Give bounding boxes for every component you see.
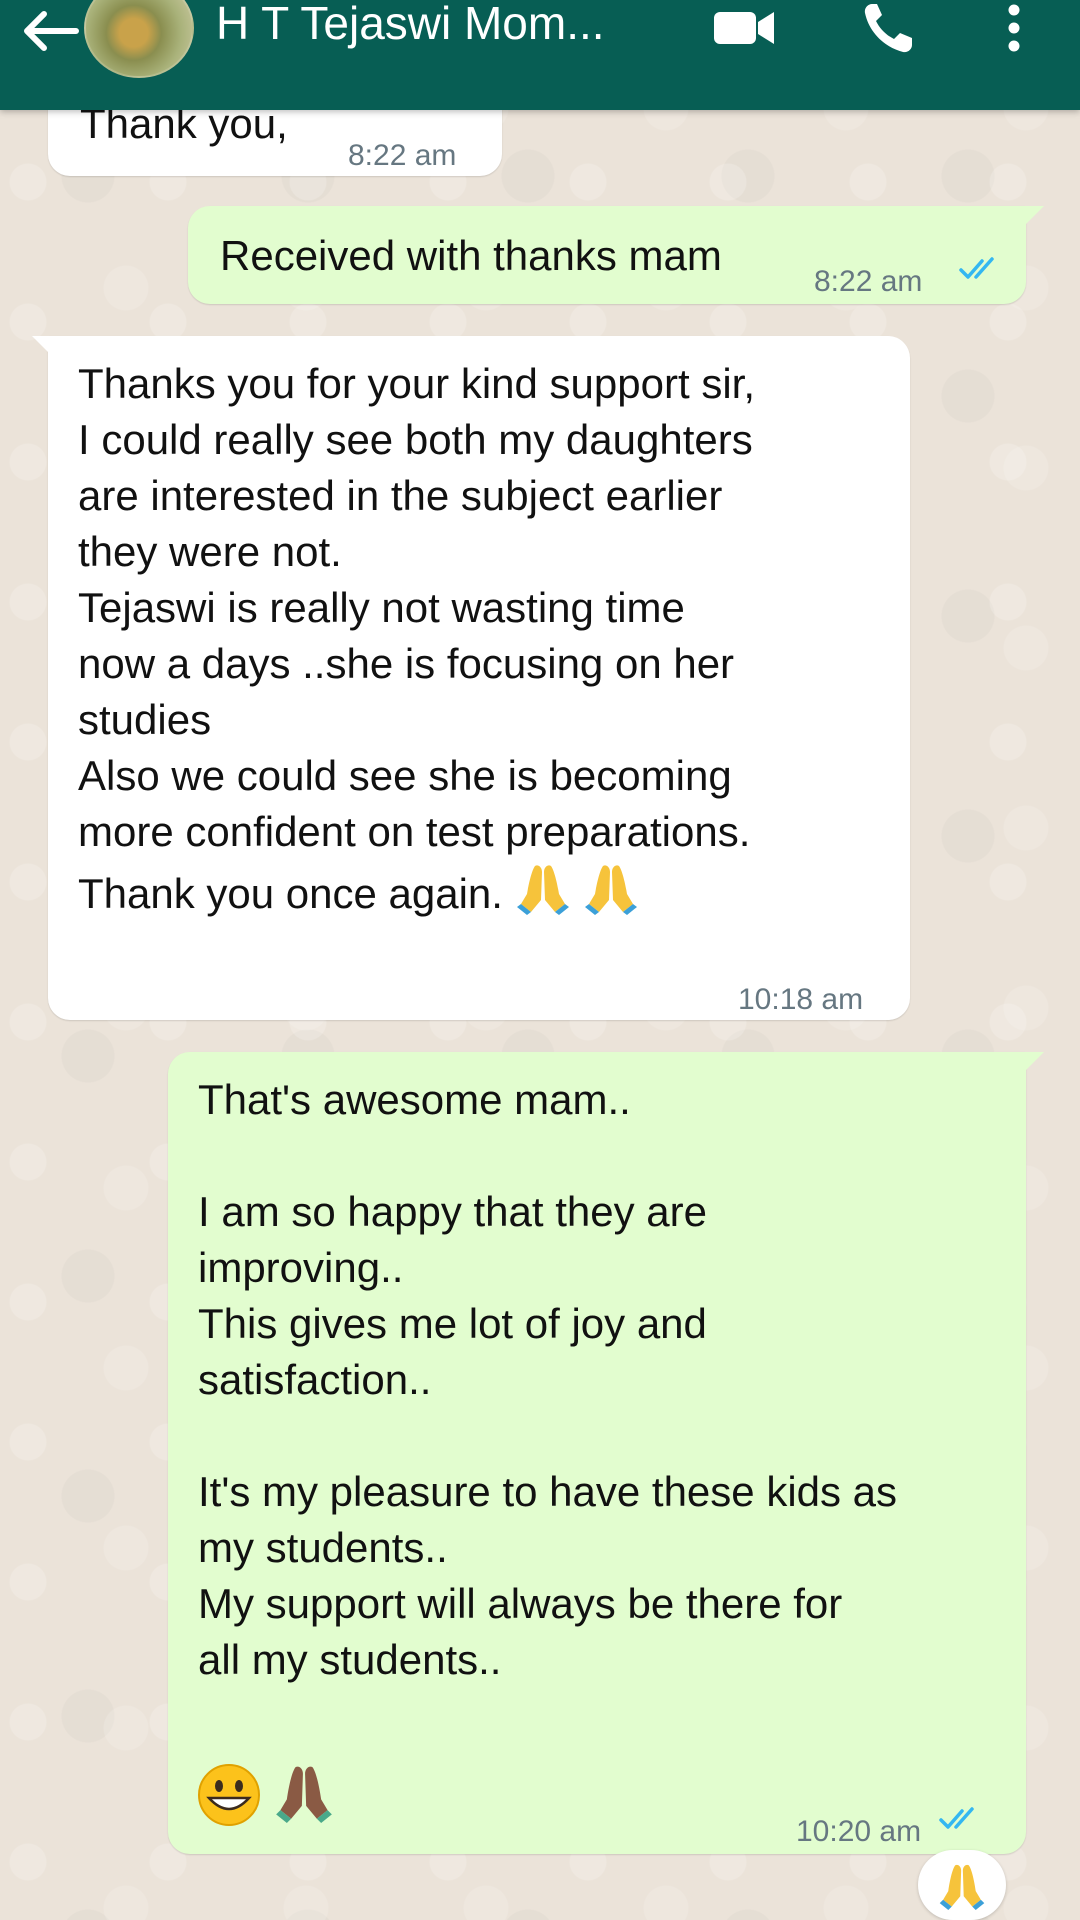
contact-name[interactable]: H T Tejaswi Mom... — [216, 0, 605, 50]
message-time: 10:18 am — [738, 983, 864, 1016]
chat-header: H T Tejaswi Mom... — [0, 0, 1080, 110]
more-options-button[interactable] — [996, 0, 1032, 60]
message-text: That's awesome mam.. I am so happy that … — [198, 1076, 898, 1683]
folded-hands-emoji — [584, 865, 637, 915]
message-outgoing[interactable]: Received with thanks mam 8:22 am — [188, 206, 1044, 304]
folded-hands-emoji — [516, 865, 569, 915]
bubble-tail — [32, 336, 54, 358]
folded-hands-emoji — [939, 1864, 985, 1910]
video-call-button[interactable] — [712, 6, 776, 50]
message-incoming[interactable]: Thanks you for your kind support sir, I … — [32, 336, 910, 1020]
contact-avatar[interactable] — [84, 0, 194, 78]
message-time: 8:22 am — [814, 265, 923, 298]
voice-call-button[interactable] — [858, 0, 922, 58]
back-button[interactable] — [18, 8, 80, 54]
bubble-tail — [1022, 1052, 1044, 1074]
folded-hands-dark-emoji — [276, 1766, 332, 1823]
message-time: 10:20 am — [796, 1815, 922, 1848]
message-text: Received with thanks mam — [220, 232, 722, 279]
double-check-icon — [959, 257, 994, 279]
message-time: 8:22 am — [348, 139, 457, 172]
video-call-icon — [714, 12, 774, 44]
double-check-icon — [939, 1807, 974, 1829]
bubble-tail — [1022, 206, 1044, 228]
arrow-left-icon — [24, 11, 79, 51]
phone-icon — [864, 4, 912, 53]
message-outgoing[interactable]: That's awesome mam.. I am so happy that … — [168, 1052, 1044, 1854]
message-reaction[interactable] — [918, 1850, 1006, 1920]
grinning-face-emoji — [198, 1764, 260, 1826]
message-text: Thanks you for your kind support sir, I … — [78, 360, 755, 917]
more-vert-icon — [1008, 4, 1020, 52]
